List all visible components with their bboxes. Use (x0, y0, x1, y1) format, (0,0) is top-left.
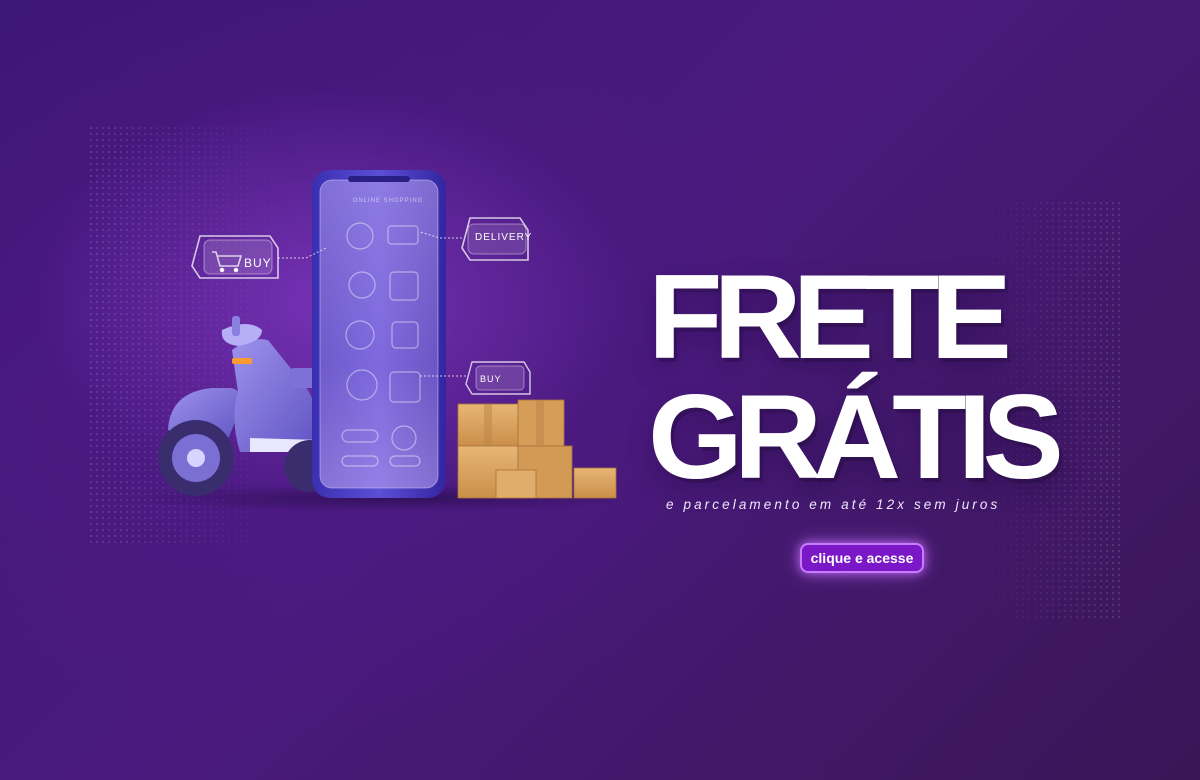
phone-icon (312, 170, 446, 498)
delivery-tag-label: DELIVERY (475, 232, 533, 243)
cta-button[interactable]: clique e acesse (800, 543, 924, 573)
cardboard-boxes-icon (457, 399, 617, 499)
scooter-icon (158, 316, 336, 496)
phone-screen-heading: ONLINE SHOPPING (352, 198, 424, 204)
headline-frete: FRETE (648, 250, 1012, 384)
installments-subheadline: e parcelamento em até 12x sem juros (666, 497, 1001, 512)
headline-gratis: GRÁTIS (648, 370, 1064, 504)
buy-tag-top-label: BUY (244, 256, 272, 270)
buy-tag-bottom-label: BUY (480, 374, 502, 384)
